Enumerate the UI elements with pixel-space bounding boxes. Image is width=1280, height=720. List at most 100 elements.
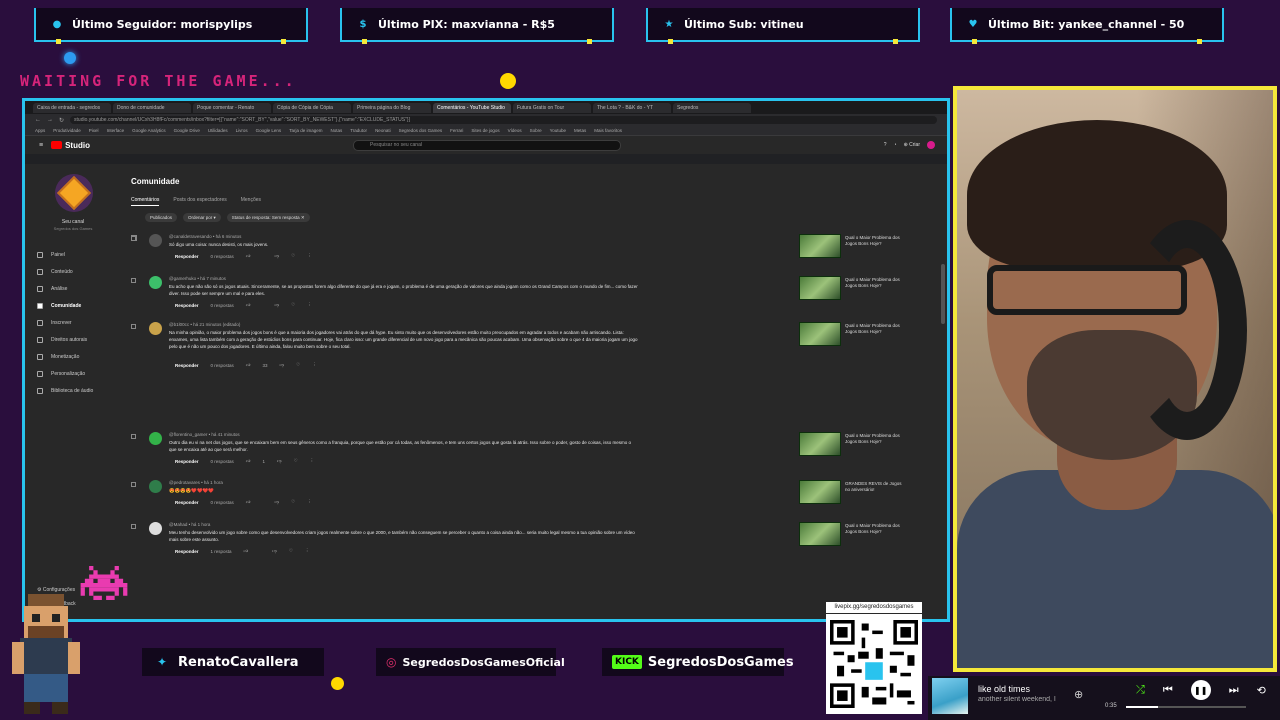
comment-author[interactable]: @pedrotavares • há 1 hora [169,480,223,485]
bookmark[interactable]: Segredos dos Games [399,128,443,133]
shuffle-icon[interactable]: ⤮ [1136,684,1145,697]
filter-chip-response-status[interactable]: Status de resposta: Sem resposta ✕ [226,213,310,222]
comment-checkbox[interactable] [131,524,136,529]
sidebar-item-painel[interactable]: Painel [37,246,93,263]
more-options-icon[interactable]: ⋮ [307,253,312,259]
sidebar-item-monetizacao[interactable]: Monetização [37,348,93,365]
more-options-icon[interactable]: ⋮ [310,458,315,464]
like-icon[interactable]: 👍︎ [246,362,251,368]
bookmark[interactable]: Tarja de imagem [289,128,322,133]
previous-icon[interactable]: ⏮ [1163,684,1173,697]
commenter-avatar[interactable] [149,276,162,289]
browser-tab[interactable]: The Lota ? - B&K do - YT [593,102,671,113]
bookmark[interactable]: Interface [107,128,125,133]
reply-button[interactable]: Responder [175,459,199,464]
reply-button[interactable]: Responder [175,363,199,368]
more-options-icon[interactable]: ⋮ [305,548,310,554]
replies-count[interactable]: 0 respostas [211,303,234,308]
studio-logo[interactable]: Studio [51,141,90,150]
browser-tab-active[interactable]: Comentários - YouTube Studio [433,102,511,113]
reply-button[interactable]: Responder [175,549,199,554]
bookmark[interactable]: Notas [330,128,342,133]
more-options-icon[interactable]: ⋮ [307,302,312,308]
dislike-icon[interactable]: 👎︎ [272,548,277,554]
video-title[interactable]: Qual o Maior Problema dos Jogos Bons Hoj… [845,523,907,535]
video-thumbnail[interactable] [799,322,841,346]
sidebar-item-conteudo[interactable]: Conteúdo [37,263,93,280]
address-bar[interactable]: studio.youtube.com/channel/UCxh3H8fFc/co… [70,116,937,124]
bookmark[interactable]: Produtividade [53,128,81,133]
replies-count[interactable]: 1 resposta [211,549,232,554]
sidebar-item-inscrever[interactable]: Inscrever [37,314,93,331]
like-icon[interactable]: 👍︎ [246,253,251,259]
bookmark[interactable]: Mais favoritos [594,128,622,133]
bookmark[interactable]: Vídeos [508,128,522,133]
sidebar-item-direitos[interactable]: Direitos autorais [37,331,93,348]
replies-count[interactable]: 0 respostas [211,459,234,464]
tab-comentarios[interactable]: Comentários [131,197,160,206]
back-icon[interactable]: ← [35,117,41,123]
tab-mencoes[interactable]: Menções [241,197,261,206]
bookmark[interactable]: Neonati [375,128,391,133]
commenter-avatar[interactable] [149,234,162,247]
replies-count[interactable]: 0 respostas [211,363,234,368]
video-thumbnail[interactable] [799,276,841,300]
video-title[interactable]: Qual o Maior Problema dos Jogos Bons Hoj… [845,235,907,247]
comment-author[interactable]: @b1l00cc • há 21 minutos (editado) [169,322,240,327]
dislike-icon[interactable]: 👎︎ [274,302,279,308]
video-title[interactable]: Qual o Maior Problema dos Jogos Bons Hoj… [845,433,907,445]
like-icon[interactable]: 👍︎ [246,458,251,464]
song-progress[interactable] [1126,706,1246,708]
bookmark[interactable]: Google Drive [174,128,200,133]
create-button[interactable]: ⊕ Criar [904,142,920,148]
like-icon[interactable]: 👍︎ [244,548,249,554]
sidebar-item-audio[interactable]: Biblioteca de áudio [37,382,93,399]
heart-icon[interactable]: ♡ [291,302,295,308]
bookmark[interactable]: Sobre [530,128,542,133]
comment-author[interactable]: @Mahad • há 1 hora [169,522,210,527]
bookmark[interactable]: Google Lens [256,128,282,133]
bookmark[interactable]: Tradutor [350,128,367,133]
video-thumbnail[interactable] [799,522,841,546]
next-icon[interactable]: ⏭ [1229,684,1239,697]
comment-checkbox[interactable] [131,482,136,487]
dislike-icon[interactable]: 👎︎ [274,499,279,505]
bookmark[interactable]: Utilidades [208,128,228,133]
add-to-library-icon[interactable]: ⊕ [1074,688,1083,701]
video-thumbnail[interactable] [799,432,841,456]
heart-icon[interactable]: ♡ [294,458,298,464]
sidebar-item-analise[interactable]: Análise [37,280,93,297]
sidebar-item-personalizacao[interactable]: Personalização [37,365,93,382]
comment-checkbox[interactable] [131,236,136,241]
browser-tab[interactable]: Futura Gratis on Tour [513,102,591,113]
comment-checkbox[interactable] [131,434,136,439]
bookmark[interactable]: Sites de jogos [471,128,499,133]
heart-icon[interactable]: ♡ [291,499,295,505]
help-icon[interactable]: ? [884,142,887,148]
comment-author[interactable]: @gamerhuko • há 7 minutos [169,276,226,281]
commenter-avatar[interactable] [149,480,162,493]
bookmark[interactable]: Ferrari [450,128,463,133]
browser-tab[interactable]: Caixa de entrada - segredos [33,102,111,113]
browser-tab[interactable]: Poque comentar - Renato [193,102,271,113]
bookmark[interactable]: Metas [574,128,586,133]
bookmark[interactable]: Livros [236,128,248,133]
tab-posts[interactable]: Posts dos espectadores [173,197,226,206]
video-title[interactable]: Qual o Maior Problema dos Jogos Bons Hoj… [845,323,907,335]
account-avatar[interactable] [927,141,935,149]
comment-checkbox[interactable] [131,324,136,329]
bookmark[interactable]: Pixel [89,128,99,133]
browser-tab[interactable]: Dono de comunidade [113,102,191,113]
video-title[interactable]: GRANDES REVIS de Jogos no aniversário! [845,481,907,493]
heart-icon[interactable]: ♡ [296,362,300,368]
bookmark[interactable]: Apps [35,128,45,133]
comment-author[interactable]: @florentino_gamer • há 41 minutos [169,432,240,437]
filter-chip-published[interactable]: Publicados [145,213,178,222]
commenter-avatar[interactable] [149,322,162,335]
pause-button[interactable]: ❚❚ [1190,680,1211,700]
comment-author[interactable]: @canaldetravesando • há 6 minutos [169,234,241,239]
filter-chip-sort[interactable]: Ordenar por ▾ [183,213,221,222]
browser-tab[interactable]: Cópia de Cópia de Cópia [273,102,351,113]
heart-icon[interactable]: ♡ [289,548,293,554]
dislike-icon[interactable]: 👎︎ [274,253,279,259]
